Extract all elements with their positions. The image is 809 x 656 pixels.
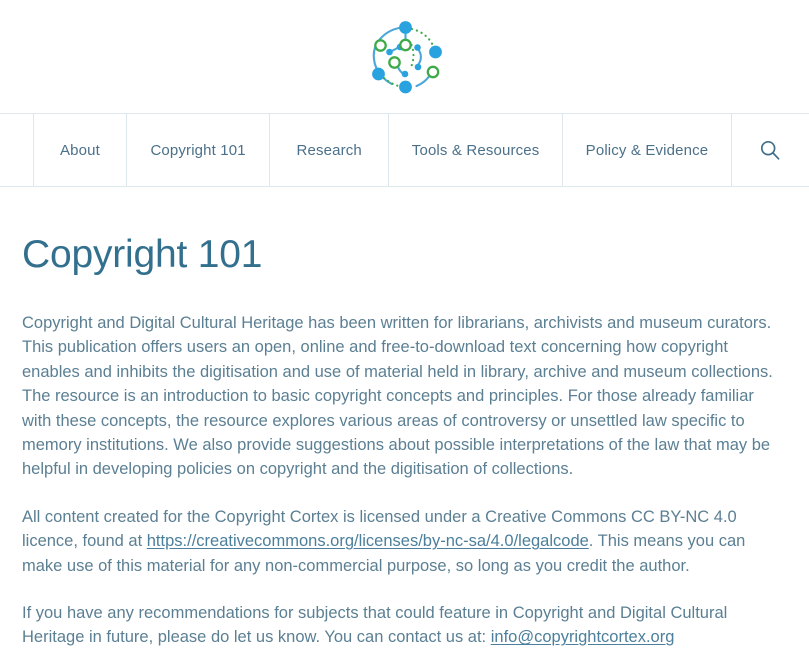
site-header [0,0,809,113]
main-content: Copyright 101 Copyright and Digital Cult… [0,233,809,650]
nav-item-research[interactable]: Research [269,114,390,186]
contact-paragraph: If you have any recommendations for subj… [22,601,787,650]
network-nodes-logo-icon [371,20,442,93]
nav-item-policy-evidence-label: Policy & Evidence [585,141,709,159]
nav-item-policy-evidence[interactable]: Policy & Evidence [561,114,732,186]
site-logo[interactable] [362,14,448,100]
nav-item-copyright-101-label: Copyright 101 [150,141,246,159]
nav-item-tools-resources-label: Tools & Resources [411,141,540,159]
creative-commons-legalcode-link[interactable]: https://creativecommons.org/licenses/by-… [147,532,589,550]
search-icon [761,140,780,160]
main-navigation: About Copyright 101 Research Tools & Res… [0,113,809,187]
intro-paragraph: Copyright and Digital Cultural Heritage … [22,313,773,479]
nav-item-research-label: Research [296,141,362,159]
search-button[interactable] [730,114,809,186]
nav-item-copyright-101[interactable]: Copyright 101 [126,114,271,186]
licence-paragraph: All content created for the Copyright Co… [22,505,787,578]
page-title: Copyright 101 [22,233,263,276]
contact-email-link[interactable]: info@copyrightcortex.org [491,628,675,646]
nav-item-tools-resources[interactable]: Tools & Resources [388,114,563,186]
nav-left-spacer [0,114,33,186]
nav-item-about-label: About [60,141,100,159]
nav-item-about[interactable]: About [33,114,127,186]
